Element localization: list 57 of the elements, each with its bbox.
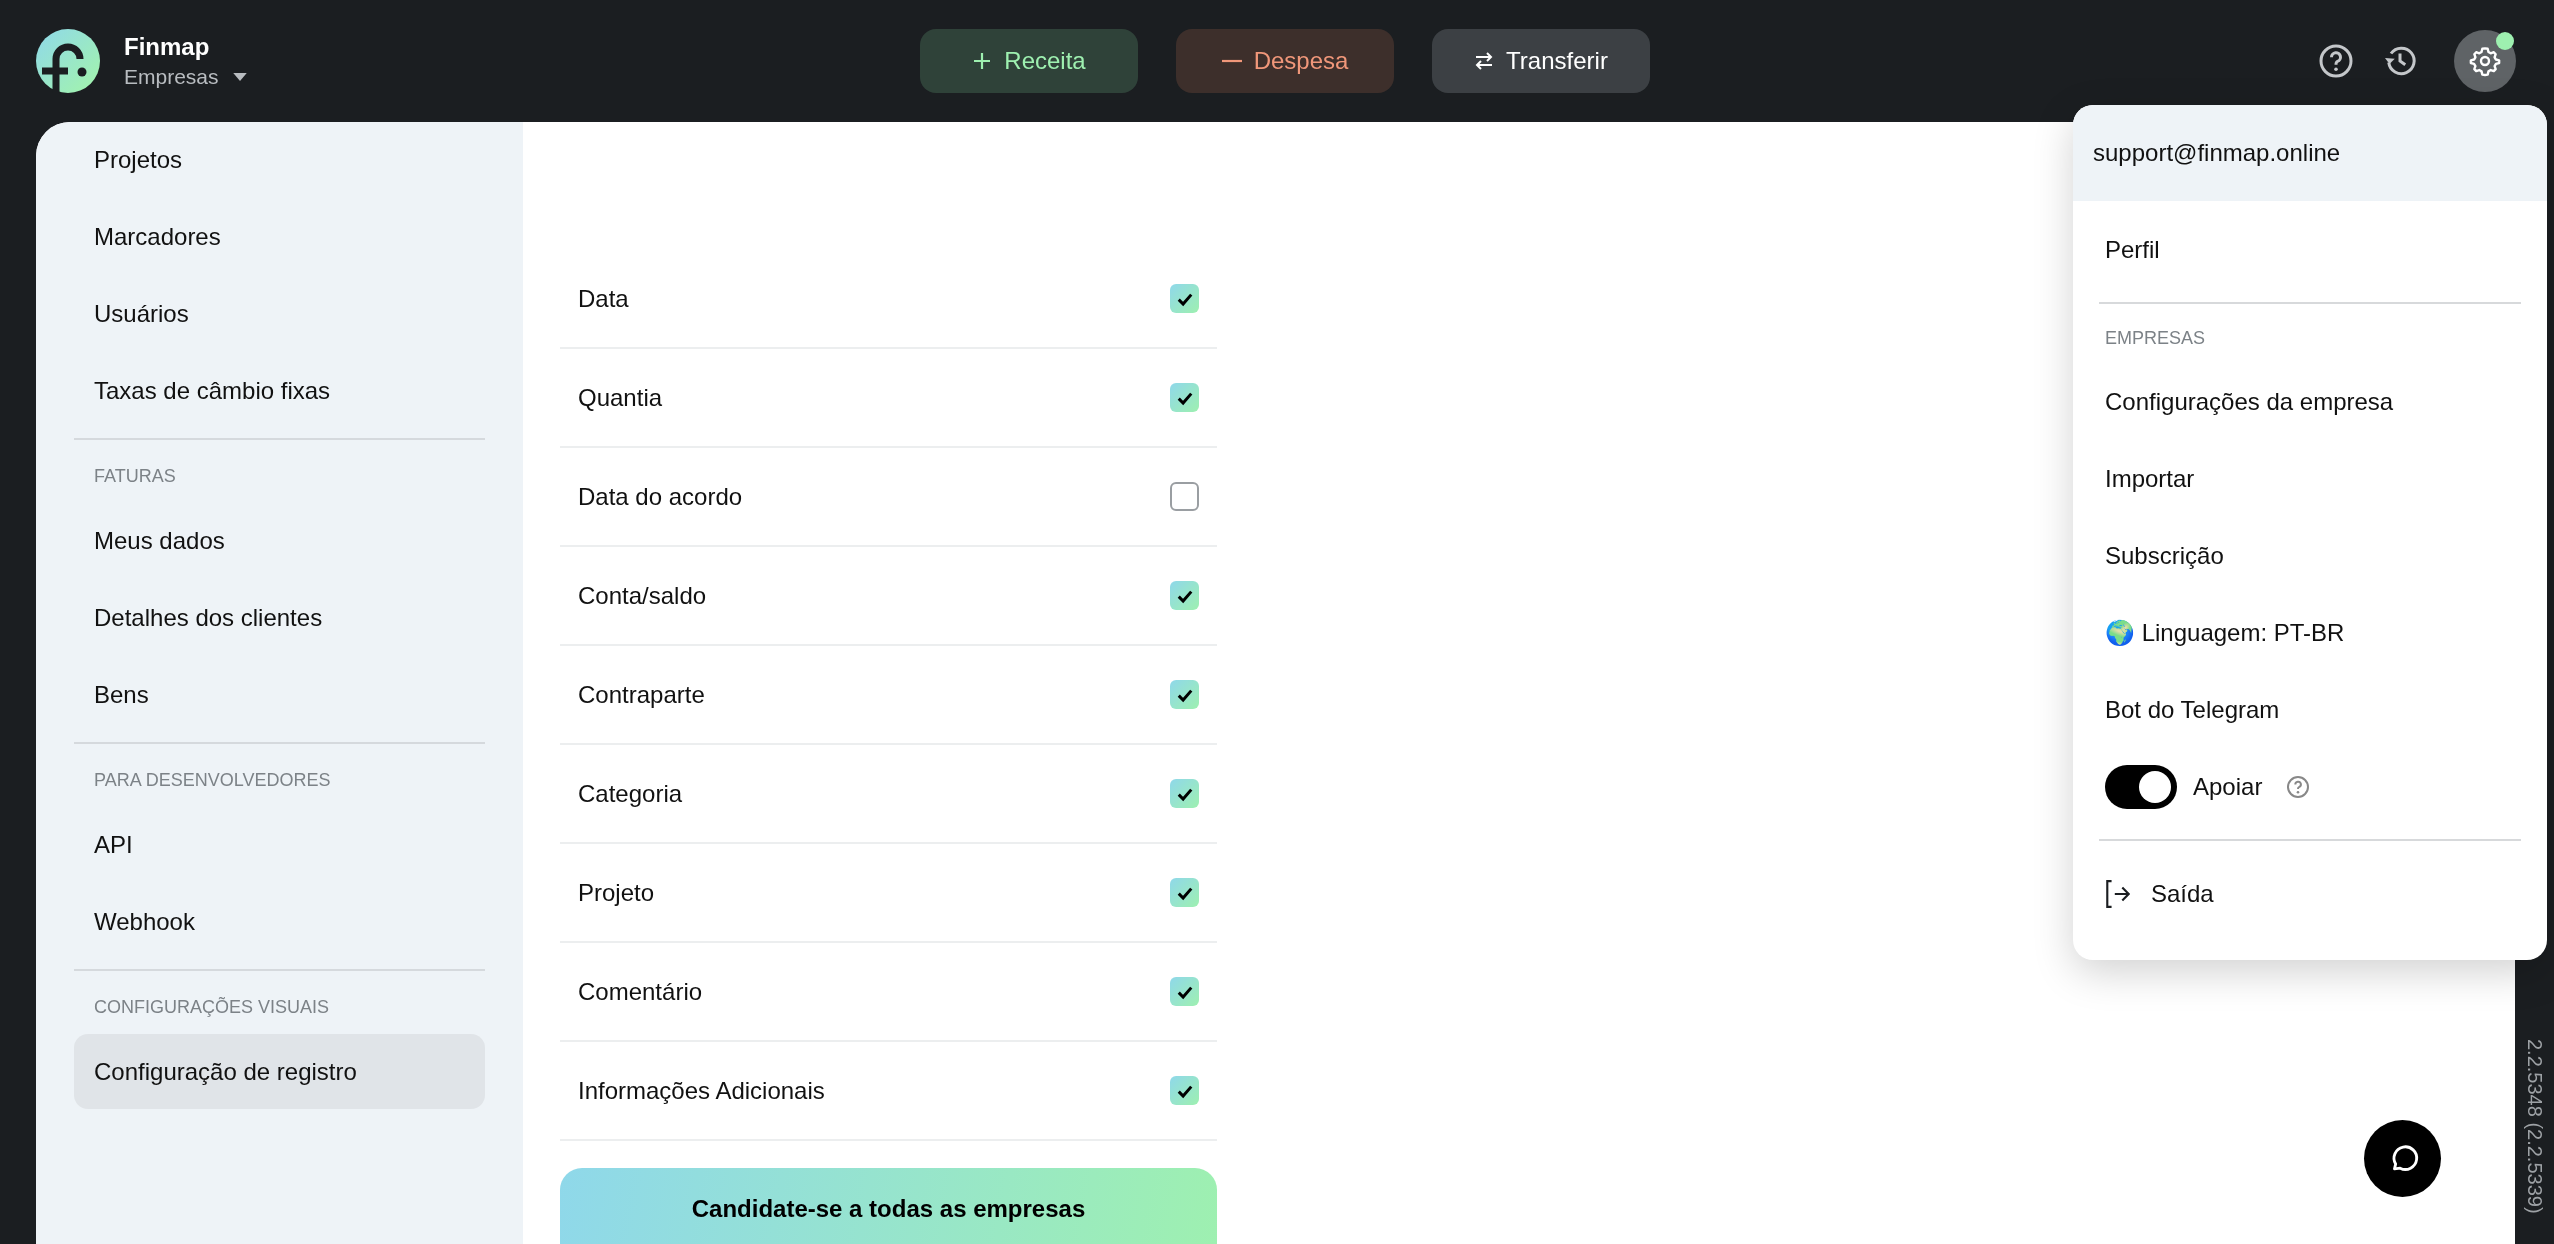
menu-item[interactable]: Importar bbox=[2099, 440, 2521, 517]
field-label: Informações Adicionais bbox=[578, 1076, 825, 1105]
toggle-label: Apoiar bbox=[2193, 772, 2263, 801]
field-label: Contraparte bbox=[578, 680, 705, 709]
caret-icon bbox=[232, 72, 247, 82]
field-label: Projeto bbox=[578, 878, 655, 907]
logout-icon bbox=[2105, 878, 2131, 909]
menu-item[interactable]: Subscrição bbox=[2099, 517, 2521, 594]
section-heading: FATURAS bbox=[93, 465, 177, 488]
sidebar-item[interactable]: Meus dados bbox=[74, 503, 485, 578]
brand-name: Finmap bbox=[124, 33, 211, 61]
checkbox[interactable] bbox=[1170, 680, 1199, 709]
menu-item[interactable]: 🌍 Linguagem: PT-BR bbox=[2099, 594, 2521, 671]
menu-item[interactable]: Perfil bbox=[2099, 211, 2521, 288]
plus-icon bbox=[972, 51, 993, 71]
checkbox[interactable] bbox=[1170, 1076, 1199, 1105]
apply-all-button[interactable]: Candidate-se a todas as empresas bbox=[560, 1168, 1217, 1244]
workspace-dropdown[interactable]: Empresas bbox=[124, 65, 247, 89]
menu-item[interactable]: Bot do Telegram bbox=[2099, 671, 2521, 748]
sidebar-item[interactable]: API bbox=[74, 807, 485, 882]
checkbox[interactable] bbox=[1170, 977, 1199, 1006]
toggle-switch[interactable] bbox=[2105, 764, 2177, 809]
sidebar-item[interactable]: Usuários bbox=[74, 276, 485, 351]
sidebar-item[interactable]: Webhook bbox=[74, 884, 485, 959]
checkbox[interactable] bbox=[1170, 878, 1199, 907]
section-heading: PARA DESENVOLVEDORES bbox=[93, 769, 332, 792]
help-icon bbox=[2286, 774, 2311, 799]
version-label: 2.2.5348 (2.2.5339) bbox=[2523, 1039, 2546, 1214]
sidebar-item[interactable]: Projetos bbox=[74, 122, 485, 197]
section-heading: CONFIGURAÇÕES VISUAIS bbox=[93, 996, 331, 1019]
income-button[interactable]: Receita bbox=[920, 29, 1138, 93]
checkbox[interactable] bbox=[1170, 779, 1199, 808]
swap-arrows-icon bbox=[1474, 51, 1495, 71]
account-email: support@finmap.online bbox=[2073, 105, 2547, 201]
field-label: Quantia bbox=[578, 383, 663, 412]
menu-heading: EMPRESAS bbox=[2104, 327, 2207, 350]
checkbox[interactable] bbox=[1170, 482, 1199, 511]
finmap-logo-icon bbox=[36, 29, 100, 93]
sidebar-item[interactable]: Marcadores bbox=[74, 199, 485, 274]
sidebar-item[interactable]: Bens bbox=[74, 657, 485, 732]
field-label: Conta/saldo bbox=[578, 581, 707, 610]
sidebar-item[interactable]: Taxas de câmbio fixas bbox=[74, 353, 485, 428]
settings-icon bbox=[2469, 45, 2501, 77]
minus-icon bbox=[1221, 59, 1242, 63]
field-label: Data bbox=[578, 284, 629, 313]
field-label: Categoria bbox=[578, 779, 683, 808]
checkbox[interactable] bbox=[1170, 284, 1199, 313]
field-label: Data do acordo bbox=[578, 482, 743, 511]
menu-item[interactable]: Configurações da empresa bbox=[2099, 363, 2521, 440]
logout-menu-item[interactable]: Saída bbox=[2099, 855, 2521, 932]
sidebar-item[interactable]: Configuração de registro bbox=[74, 1034, 485, 1109]
checkbox[interactable] bbox=[1170, 581, 1199, 610]
sidebar-item[interactable]: Detalhes dos clientes bbox=[74, 580, 485, 655]
checkbox[interactable] bbox=[1170, 383, 1199, 412]
expense-button[interactable]: Despesa bbox=[1176, 29, 1394, 93]
field-label: Comentário bbox=[578, 977, 703, 1006]
transfer-button[interactable]: Transferir bbox=[1432, 29, 1650, 93]
